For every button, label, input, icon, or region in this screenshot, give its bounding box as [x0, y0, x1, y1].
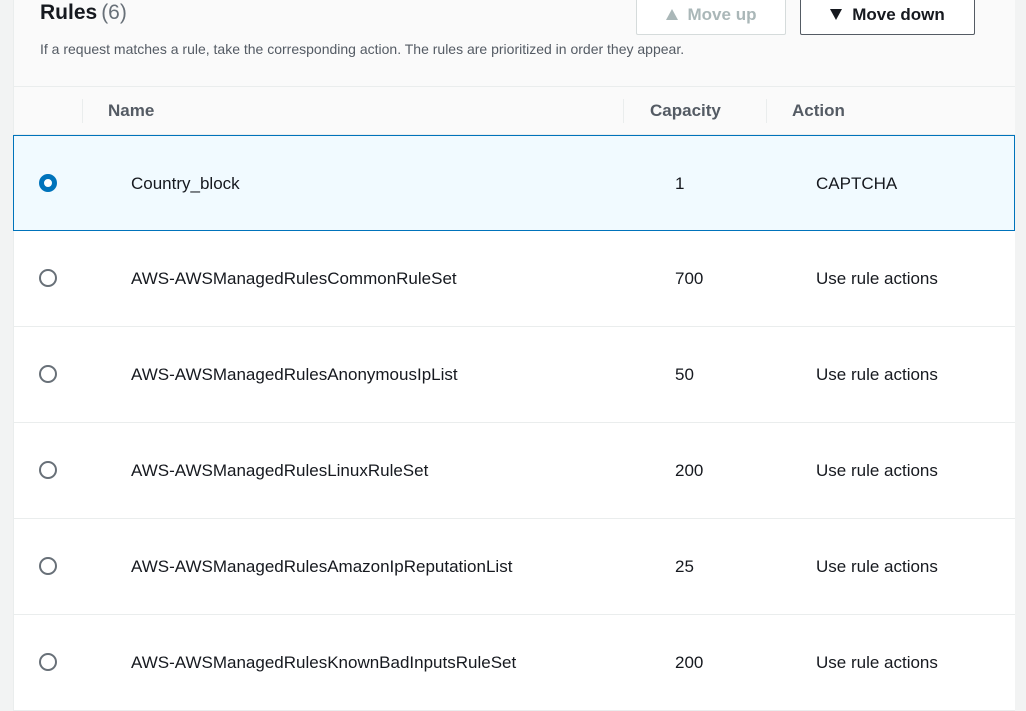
triangle-down-icon: [830, 9, 843, 20]
column-divider[interactable]: [82, 99, 83, 123]
row-radio[interactable]: [39, 174, 57, 192]
move-down-label: Move down: [852, 4, 945, 24]
rule-name: AWS-AWSManagedRulesKnownBadInputsRuleSet: [131, 653, 517, 672]
rules-count: (6): [101, 1, 127, 24]
row-radio[interactable]: [39, 653, 57, 671]
table-row[interactable]: AWS-AWSManagedRulesAmazonIpReputationLis…: [14, 519, 1015, 615]
row-radio[interactable]: [39, 557, 57, 575]
row-radio[interactable]: [39, 269, 57, 287]
rule-action: CAPTCHA: [816, 174, 898, 193]
table-row[interactable]: AWS-AWSManagedRulesLinuxRuleSet 200 Use …: [14, 423, 1015, 519]
column-header-capacity[interactable]: Capacity: [650, 87, 721, 135]
rules-table-body: Country_block 1 CAPTCHA AWS-AWSManagedRu…: [13, 135, 1015, 711]
column-header-action[interactable]: Action: [792, 87, 845, 135]
rule-name: Country_block: [131, 174, 240, 193]
title-text: Rules: [40, 1, 98, 24]
rules-panel: Rules (6) If a request matches a rule, ta…: [13, 0, 1015, 711]
row-radio[interactable]: [39, 461, 57, 479]
table-row[interactable]: AWS-AWSManagedRulesKnownBadInputsRuleSet…: [14, 615, 1015, 711]
rule-action: Use rule actions: [816, 461, 938, 480]
rule-name: AWS-AWSManagedRulesAnonymousIpList: [131, 365, 458, 384]
rule-capacity: 700: [675, 269, 704, 288]
move-up-label: Move up: [687, 4, 757, 24]
rule-capacity: 25: [675, 557, 694, 576]
table-row[interactable]: Country_block 1 CAPTCHA: [13, 135, 1015, 231]
move-up-button[interactable]: Move up: [636, 0, 786, 35]
page-title: Rules (6): [40, 1, 127, 25]
row-radio[interactable]: [39, 365, 57, 383]
rule-action: Use rule actions: [816, 653, 938, 672]
rules-header: Rules (6) If a request matches a rule, ta…: [14, 0, 1015, 86]
table-row[interactable]: AWS-AWSManagedRulesAnonymousIpList 50 Us…: [14, 327, 1015, 423]
move-down-button[interactable]: Move down: [800, 0, 975, 35]
rule-action: Use rule actions: [816, 557, 938, 576]
table-header: Name Capacity Action: [14, 86, 1015, 135]
column-header-name[interactable]: Name: [108, 87, 154, 135]
rule-name: AWS-AWSManagedRulesCommonRuleSet: [131, 269, 457, 288]
rule-capacity: 200: [675, 461, 704, 480]
rule-action: Use rule actions: [816, 269, 938, 288]
table-row[interactable]: AWS-AWSManagedRulesCommonRuleSet 700 Use…: [14, 231, 1015, 327]
rule-action: Use rule actions: [816, 365, 938, 384]
triangle-up-icon: [665, 9, 678, 20]
column-divider[interactable]: [766, 99, 767, 123]
rule-name: AWS-AWSManagedRulesLinuxRuleSet: [131, 461, 429, 480]
rules-description: If a request matches a rule, take the co…: [40, 41, 685, 57]
column-divider[interactable]: [623, 99, 624, 123]
rule-capacity: 50: [675, 365, 694, 384]
rule-capacity: 200: [675, 653, 704, 672]
rule-capacity: 1: [675, 174, 685, 193]
rule-name: AWS-AWSManagedRulesAmazonIpReputationLis…: [131, 557, 513, 576]
